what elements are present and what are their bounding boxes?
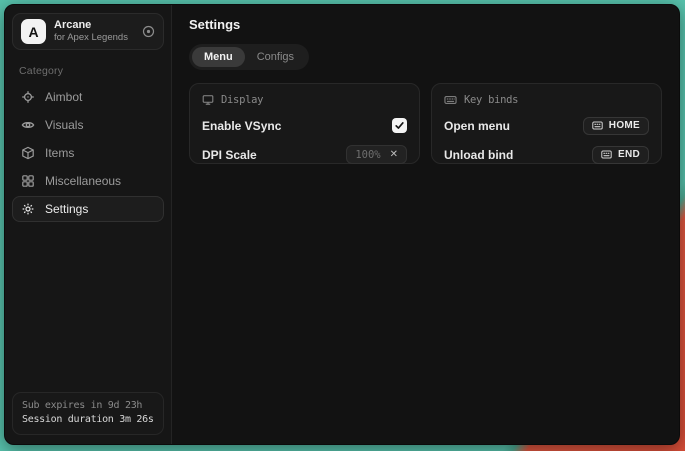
monitor-icon	[202, 94, 214, 106]
vsync-checkbox[interactable]	[392, 118, 407, 133]
keyboard-icon	[444, 94, 457, 106]
tab-bar: Menu Configs	[189, 44, 309, 70]
unload-bind-row: Unload bind END	[444, 145, 649, 164]
tab-menu[interactable]: Menu	[192, 47, 245, 67]
display-card: Display Enable VSync DPI Scale 100% ✕	[189, 83, 420, 164]
dpi-value: 100%	[355, 149, 380, 161]
category-label: Category	[19, 65, 157, 77]
main-content: Settings Menu Configs Display	[172, 5, 679, 444]
app-logo: A	[21, 19, 46, 44]
open-menu-row: Open menu HOME	[444, 116, 649, 135]
unload-keybind[interactable]: END	[592, 146, 649, 164]
vsync-label: Enable VSync	[202, 119, 281, 133]
keybinds-card: Key binds Open menu HOME	[431, 83, 662, 164]
sidebar-item-visuals[interactable]: Visuals	[12, 112, 164, 138]
settings-cards: Display Enable VSync DPI Scale 100% ✕	[189, 83, 662, 164]
sidebar-item-miscellaneous[interactable]: Miscellaneous	[12, 168, 164, 194]
sidebar-item-label: Aimbot	[45, 90, 82, 104]
open-menu-label: Open menu	[444, 119, 510, 133]
sidebar-item-aimbot[interactable]: Aimbot	[12, 84, 164, 110]
sub-expires-text: Sub expires in 9d 23h	[22, 399, 154, 413]
app-title-block: Arcane for Apex Legends	[54, 19, 128, 44]
sidebar-item-label: Visuals	[45, 118, 83, 132]
keyboard-icon	[592, 121, 603, 130]
app-subtitle: for Apex Legends	[54, 32, 128, 44]
display-card-title: Display	[221, 94, 263, 106]
dpi-label: DPI Scale	[202, 148, 257, 162]
sidebar-item-label: Items	[45, 146, 74, 160]
sidebar-item-items[interactable]: Items	[12, 140, 164, 166]
grid-icon	[21, 174, 35, 188]
vsync-row: Enable VSync	[202, 116, 407, 135]
display-card-header: Display	[202, 94, 407, 106]
sidebar: A Arcane for Apex Legends Category	[5, 5, 172, 444]
sidebar-item-label: Settings	[45, 202, 88, 216]
tab-configs[interactable]: Configs	[245, 47, 306, 67]
keyboard-icon	[601, 150, 612, 159]
check-icon	[394, 120, 405, 131]
sidebar-item-settings[interactable]: Settings	[12, 196, 164, 222]
app-window: A Arcane for Apex Legends Category	[4, 4, 680, 445]
unload-key: END	[618, 149, 640, 160]
open-menu-key: HOME	[609, 120, 640, 131]
crosshair-icon	[21, 90, 35, 104]
keybinds-card-header: Key binds	[444, 94, 649, 106]
gear-icon	[21, 202, 35, 216]
dpi-scale-input[interactable]: 100% ✕	[346, 145, 407, 164]
app-header-card: A Arcane for Apex Legends	[12, 13, 164, 50]
keybinds-card-title: Key binds	[464, 94, 518, 106]
open-menu-keybind[interactable]: HOME	[583, 117, 649, 135]
page-title: Settings	[189, 17, 662, 32]
eye-icon	[21, 118, 35, 132]
sidebar-item-label: Miscellaneous	[45, 174, 121, 188]
app-name: Arcane	[54, 19, 128, 31]
session-duration-text: Session duration 3m 26s	[22, 413, 154, 427]
subscription-info-card: Sub expires in 9d 23h Session duration 3…	[12, 392, 164, 435]
package-icon	[21, 146, 35, 160]
discord-icon[interactable]	[142, 25, 155, 38]
dpi-row: DPI Scale 100% ✕	[202, 145, 407, 164]
clear-icon[interactable]: ✕	[390, 150, 398, 160]
unload-bind-label: Unload bind	[444, 148, 513, 162]
